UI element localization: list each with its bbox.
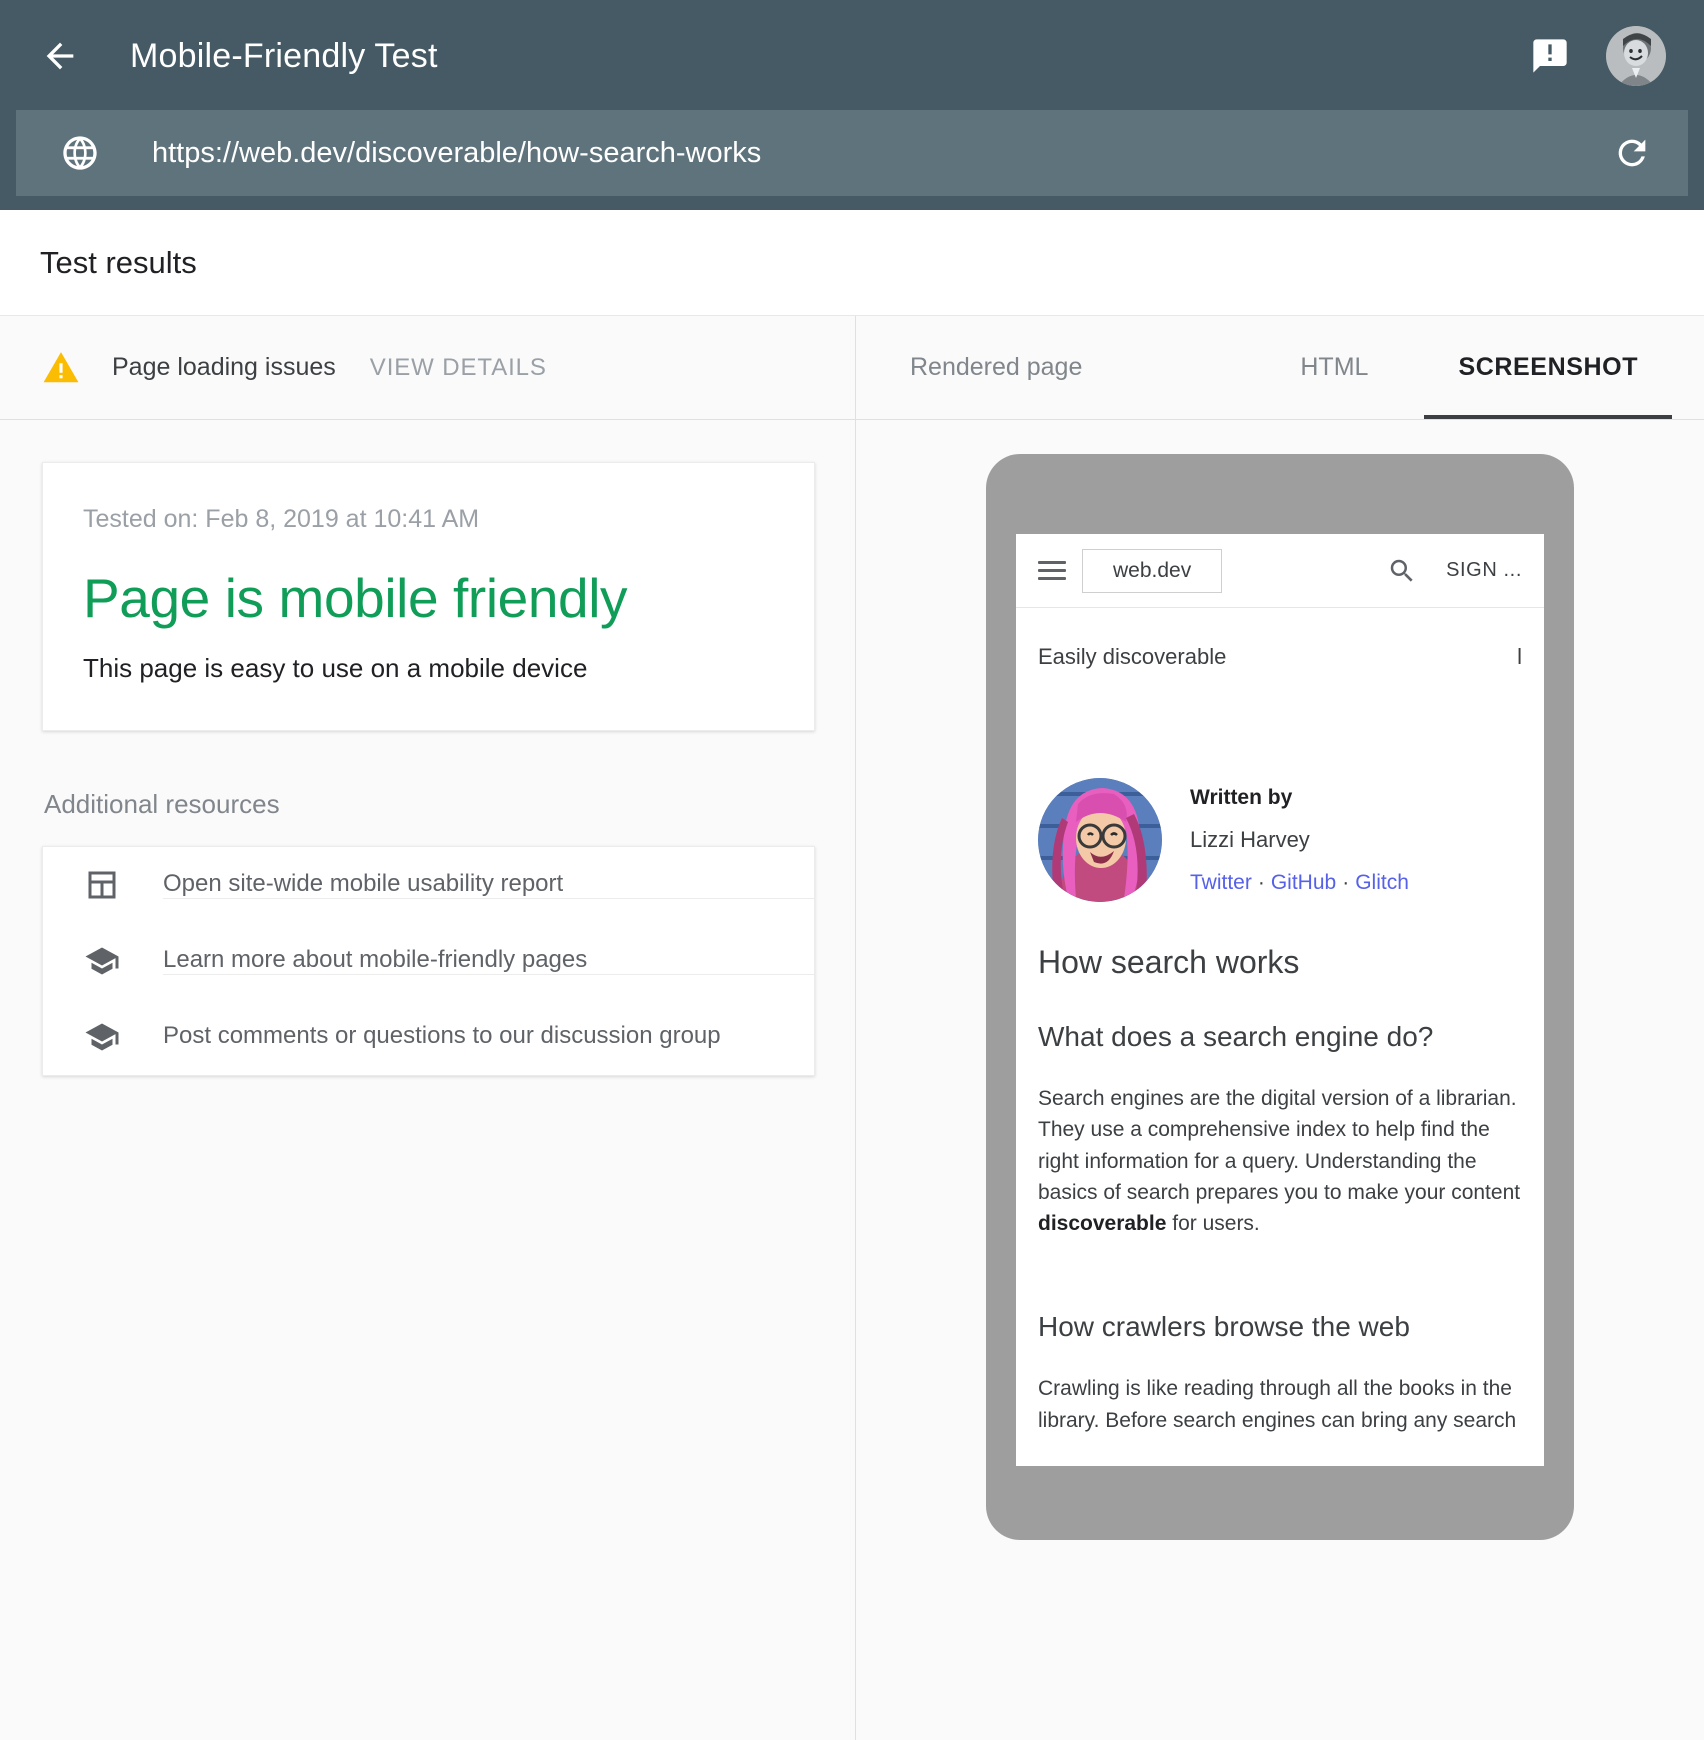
issues-label: Page loading issues: [112, 353, 336, 382]
warning-triangle-icon: [42, 349, 80, 387]
search-icon[interactable]: [1386, 555, 1418, 587]
right-pane: Rendered page HTML SCREENSHOT web.dev: [856, 316, 1704, 1740]
breadcrumb-right-label: l: [1517, 644, 1522, 670]
preview-author-info: Written by Lizzi Harvey Twitter · GitHub · G…: [1190, 786, 1409, 895]
additional-resources-title: Additional resources: [44, 789, 815, 820]
page-loading-issues-bar: Page loading issues VIEW DETAILS: [0, 316, 855, 420]
written-by-label: Written by: [1190, 786, 1409, 810]
view-details-button[interactable]: VIEW DETAILS: [370, 354, 547, 382]
graduation-cap-icon: [81, 940, 123, 982]
test-results-title: Test results: [40, 245, 197, 281]
article-title: How search works: [1038, 944, 1522, 981]
app-bar-actions: [1528, 26, 1676, 86]
article-section2-heading: How crawlers browse the web: [1038, 1311, 1522, 1343]
resource-item-discussion-group[interactable]: Post comments or questions to our discus…: [43, 999, 814, 1075]
author-avatar-image: [1038, 778, 1162, 902]
preview-signin-button[interactable]: SIGN ...: [1446, 559, 1522, 582]
app-bar: Mobile-Friendly Test: [0, 0, 1704, 210]
page-title: Mobile-Friendly Test: [130, 37, 438, 76]
phone-frame: web.dev SIGN ... Easily discoverable l: [986, 454, 1574, 1540]
preview-article-body: Written by Lizzi Harvey Twitter · GitHub · G…: [1016, 778, 1544, 1436]
resource-label: Open site-wide mobile usability report: [163, 870, 814, 899]
left-pane-body: Tested on: Feb 8, 2019 at 10:41 AM Page …: [0, 420, 855, 1076]
link-separator: ·: [1258, 871, 1265, 894]
resource-item-learn-more[interactable]: Learn more about mobile-friendly pages: [43, 923, 814, 999]
user-avatar-image: [1606, 26, 1666, 86]
paragraph-text-after: for users.: [1166, 1212, 1259, 1235]
article-section1-heading: What does a search engine do?: [1038, 1021, 1522, 1053]
tested-on-timestamp: Tested on: Feb 8, 2019 at 10:41 AM: [83, 505, 774, 534]
verdict-heading: Page is mobile friendly: [83, 568, 774, 629]
reload-icon[interactable]: [1610, 131, 1654, 175]
tab-screenshot[interactable]: SCREENSHOT: [1424, 316, 1672, 419]
phone-screen: web.dev SIGN ... Easily discoverable l: [1016, 534, 1544, 1466]
additional-resources-card: Open site-wide mobile usability report L…: [42, 846, 815, 1076]
author-link-twitter[interactable]: Twitter: [1190, 871, 1252, 894]
phone-preview-wrapper: web.dev SIGN ... Easily discoverable l: [856, 420, 1704, 1540]
feedback-icon[interactable]: [1528, 34, 1572, 78]
resource-label: Post comments or questions to our discus…: [163, 1022, 814, 1051]
back-button[interactable]: [28, 24, 92, 88]
hamburger-menu-icon[interactable]: [1038, 561, 1066, 580]
left-pane: Page loading issues VIEW DETAILS Tested …: [0, 316, 856, 1740]
preview-site-header: web.dev SIGN ...: [1016, 534, 1544, 608]
test-results-header: Test results: [0, 210, 1704, 316]
preview-tabs: Rendered page HTML SCREENSHOT: [856, 316, 1704, 420]
tab-rendered-page[interactable]: Rendered page: [876, 316, 1116, 419]
app-bar-row: Mobile-Friendly Test: [0, 0, 1704, 112]
breadcrumb-left-label: Easily discoverable: [1038, 644, 1226, 670]
arrow-left-icon: [40, 36, 80, 76]
avatar[interactable]: [1606, 26, 1666, 86]
author-avatar: [1038, 778, 1162, 902]
article-section2-paragraph: Crawling is like reading through all the…: [1038, 1373, 1522, 1436]
author-name: Lizzi Harvey: [1190, 827, 1409, 853]
author-social-links: Twitter · GitHub · Glitch: [1190, 871, 1409, 895]
article-section1-paragraph: Search engines are the digital version o…: [1038, 1083, 1522, 1239]
tab-html[interactable]: HTML: [1266, 316, 1402, 419]
graduation-cap-icon: [81, 1016, 123, 1058]
author-link-glitch[interactable]: Glitch: [1355, 871, 1409, 894]
resource-item-usability-report[interactable]: Open site-wide mobile usability report: [43, 847, 814, 923]
paragraph-bold-term: discoverable: [1038, 1212, 1166, 1235]
resource-label: Learn more about mobile-friendly pages: [163, 946, 814, 975]
main-content: Page loading issues VIEW DETAILS Tested …: [0, 316, 1704, 1740]
globe-icon: [58, 131, 102, 175]
report-dashboard-icon: [81, 864, 123, 906]
author-link-github[interactable]: GitHub: [1271, 871, 1336, 894]
paragraph-text-before: Search engines are the digital version o…: [1038, 1087, 1520, 1204]
result-card: Tested on: Feb 8, 2019 at 10:41 AM Page …: [42, 462, 815, 731]
preview-site-logo[interactable]: web.dev: [1082, 549, 1222, 593]
url-text[interactable]: https://web.dev/discoverable/how-search-…: [152, 137, 1610, 170]
link-separator: ·: [1342, 871, 1349, 894]
url-bar[interactable]: https://web.dev/discoverable/how-search-…: [16, 110, 1688, 196]
verdict-subtext: This page is easy to use on a mobile dev…: [83, 653, 774, 684]
preview-author-block: Written by Lizzi Harvey Twitter · GitHub · G…: [1038, 778, 1522, 902]
preview-breadcrumb: Easily discoverable l: [1016, 608, 1544, 670]
